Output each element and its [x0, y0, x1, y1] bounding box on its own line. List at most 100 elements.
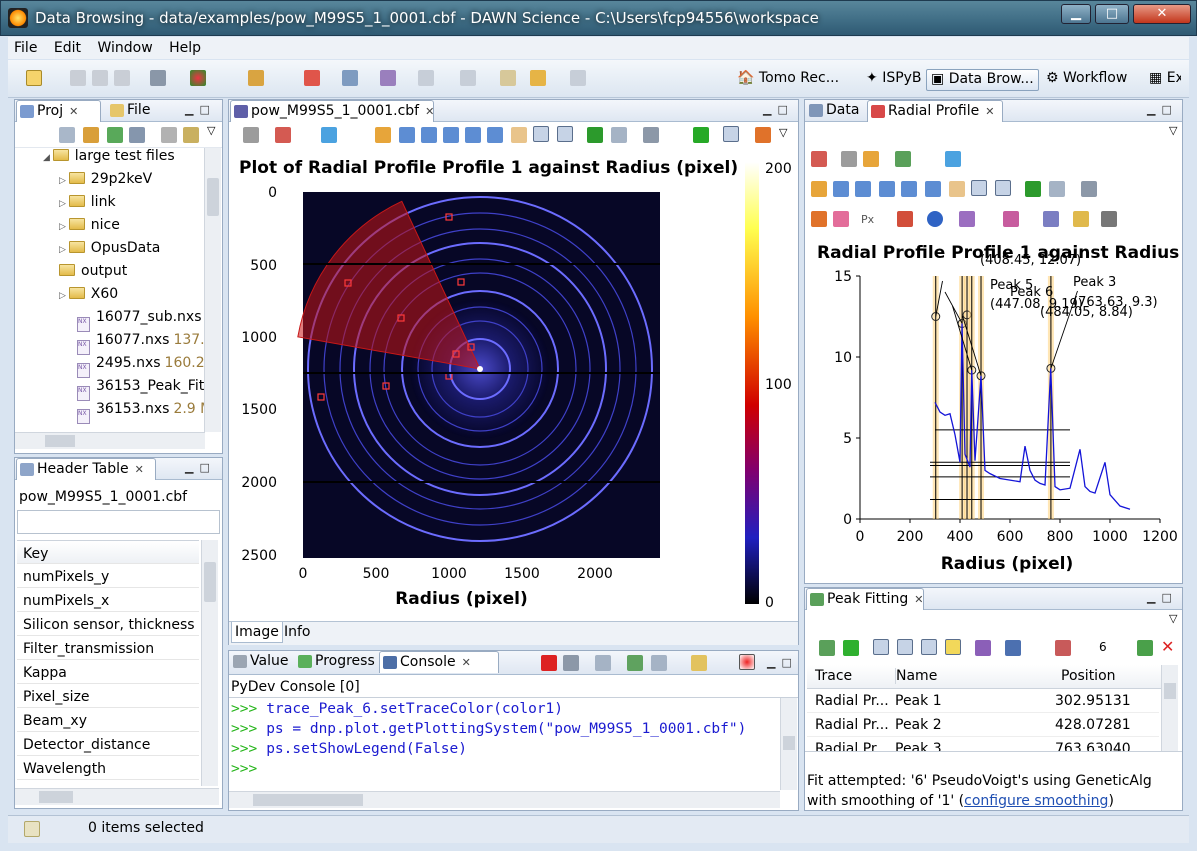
tree-icon[interactable] — [129, 127, 145, 143]
col-trace[interactable]: Trace — [815, 668, 852, 684]
add-peak-icon[interactable] — [843, 640, 859, 656]
header-column-key[interactable]: Key — [17, 540, 199, 564]
header-row[interactable]: Detector_distance — [17, 732, 199, 756]
close-window-button[interactable]: ✕ — [1133, 4, 1191, 24]
refresh-icon[interactable] — [183, 127, 199, 143]
show-trace-icon[interactable] — [921, 639, 937, 655]
tab-info[interactable]: Info — [281, 622, 314, 642]
header-row[interactable]: Wavelength — [17, 756, 199, 780]
x-zoom-icon[interactable] — [855, 181, 871, 197]
close-icon[interactable]: ✕ — [462, 656, 471, 669]
disk-icon[interactable] — [150, 70, 166, 86]
tab-value[interactable]: Value — [230, 651, 292, 673]
tree-item[interactable]: NX 16077.nxs137.6 — [59, 332, 205, 355]
tree-item[interactable]: ▷ OpusData — [59, 240, 160, 263]
header-row[interactable]: Silicon sensor, thickness — [17, 612, 199, 636]
perspective-more[interactable]: ▦ Ex — [1145, 69, 1181, 91]
scatter-icon[interactable] — [945, 151, 961, 167]
minimize-button[interactable]: ▁ — [1061, 4, 1091, 24]
settings-icon[interactable] — [841, 151, 857, 167]
pan-hand-icon[interactable] — [949, 181, 965, 197]
tree-item[interactable]: ◢ large test files — [43, 148, 175, 171]
perspective-workflow[interactable]: ⚙ Workflow — [1042, 69, 1131, 91]
filter-icon[interactable] — [107, 127, 123, 143]
collapsed-arrow-icon[interactable]: ▷ — [59, 176, 69, 186]
collapsed-arrow-icon[interactable]: ▷ — [59, 245, 69, 255]
collapsed-arrow-icon[interactable]: ▷ — [59, 291, 69, 301]
line-plot-icon[interactable] — [895, 151, 911, 167]
peak-row[interactable]: Radial Pr... Peak 3 763.63040 — [807, 737, 1159, 751]
tree-item[interactable]: NX 36153_Peak_Fitt — [59, 378, 205, 401]
pane-minmax[interactable]: ▁□ — [1147, 103, 1178, 116]
header-vscroll[interactable] — [201, 540, 218, 786]
menu-window[interactable]: Window — [91, 37, 158, 56]
axis-icon[interactable] — [1101, 211, 1117, 227]
x-zoom-icon[interactable] — [421, 127, 437, 143]
pane-minmax[interactable]: ▁□ — [185, 461, 216, 474]
header-row[interactable]: Beam_xy — [17, 708, 199, 732]
refit-icon[interactable] — [1137, 640, 1153, 656]
tab-cbf-file[interactable]: pow_M99S5_1_0001.cbf ✕ — [230, 100, 434, 122]
tab-data[interactable]: Data — [806, 100, 864, 122]
peak-icon[interactable] — [1003, 211, 1019, 227]
settings-icon[interactable] — [243, 127, 259, 143]
header-hscroll[interactable] — [15, 788, 219, 805]
pan-hand-icon[interactable] — [511, 127, 527, 143]
palette-icon[interactable] — [693, 127, 709, 143]
fit-graph-icon[interactable] — [819, 640, 835, 656]
show-annotation-icon[interactable] — [897, 639, 913, 655]
scatter-icon[interactable] — [321, 127, 337, 143]
tab-project[interactable]: Proj ✕ — [16, 100, 101, 122]
radial-profile-plot[interactable]: Radial Profile Profile 1 against Radius(… — [805, 236, 1182, 581]
print-icon[interactable] — [643, 127, 659, 143]
lock-axes-icon[interactable] — [1073, 211, 1089, 227]
lock-icon[interactable] — [897, 211, 913, 227]
zoom-in-icon[interactable] — [465, 127, 481, 143]
console-vscroll[interactable] — [780, 698, 797, 790]
link-editor-icon[interactable] — [83, 127, 99, 143]
header-row[interactable]: numPixels_y — [17, 564, 199, 588]
new-console-icon[interactable] — [691, 655, 707, 671]
y-zoom-icon[interactable] — [879, 181, 895, 197]
nav-next-icon[interactable] — [418, 70, 434, 86]
zoom-out-icon[interactable] — [925, 181, 941, 197]
print-icon[interactable] — [1081, 181, 1097, 197]
collapsed-arrow-icon[interactable]: ▷ — [59, 222, 69, 232]
zoom-out-icon[interactable] — [487, 127, 503, 143]
histogram-icon[interactable] — [811, 151, 827, 167]
tab-file[interactable]: File — [107, 100, 179, 122]
tree-item[interactable]: ▷ 29p2keV — [59, 171, 152, 194]
header-row[interactable]: numPixels_x — [17, 588, 199, 612]
save-all-icon[interactable] — [92, 70, 108, 86]
close-icon[interactable]: ✕ — [69, 105, 78, 118]
home-icon[interactable] — [342, 70, 358, 86]
zoom-icon[interactable] — [811, 181, 827, 197]
box-zoom-icon[interactable] — [399, 127, 415, 143]
colorbar[interactable] — [745, 162, 759, 604]
view-menu-icon[interactable]: ▽ — [1169, 124, 1177, 137]
clear-console-icon[interactable] — [595, 655, 611, 671]
tab-header-table[interactable]: Header Table ✕ — [16, 458, 156, 480]
tree-item[interactable]: ▷ nice — [59, 217, 120, 240]
header-row[interactable]: Filter_transmission — [17, 636, 199, 660]
print-icon[interactable] — [114, 70, 130, 86]
header-row[interactable]: Kappa — [17, 660, 199, 684]
console-hscroll[interactable] — [229, 791, 780, 808]
region-icon[interactable] — [833, 211, 849, 227]
expanded-arrow-icon[interactable]: ◢ — [43, 153, 53, 163]
tree-item[interactable]: NX16077_sub.nxs1 — [59, 309, 205, 332]
delete-icon[interactable] — [161, 127, 177, 143]
annotate-icon[interactable] — [380, 70, 396, 86]
tab-console[interactable]: Console ✕ — [379, 651, 499, 673]
tree-vscroll[interactable] — [204, 148, 221, 432]
configure-smoothing-link[interactable]: configure smoothing — [964, 793, 1108, 809]
tree-item[interactable]: ▷ X60 — [59, 286, 118, 309]
view-menu-icon[interactable]: ▽ — [207, 124, 215, 137]
close-icon[interactable]: ✕ — [135, 463, 144, 476]
maximize-button[interactable]: □ — [1095, 4, 1129, 24]
tree-item[interactable]: output — [59, 263, 127, 286]
histogram-icon[interactable] — [275, 127, 291, 143]
algorithm-icon[interactable] — [1055, 640, 1071, 656]
pane-minmax[interactable]: ▁□ — [185, 103, 216, 116]
nav-prev-icon[interactable] — [460, 70, 476, 86]
